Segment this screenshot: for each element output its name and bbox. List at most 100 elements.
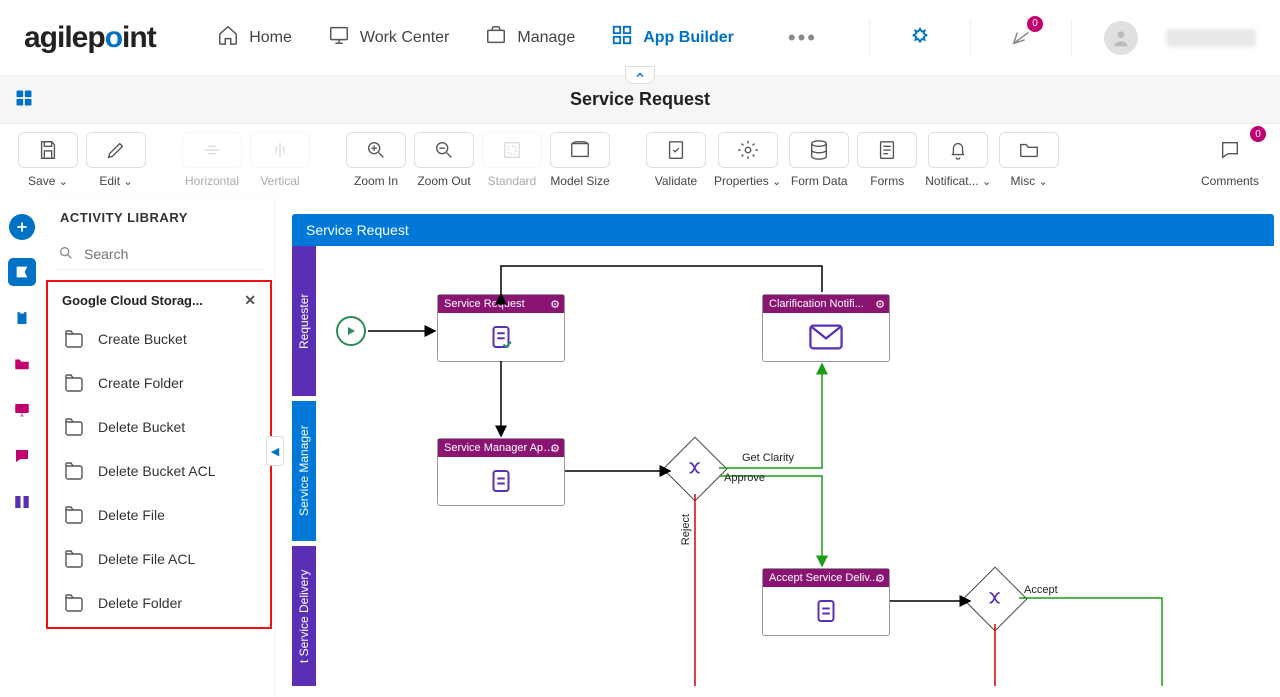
edge-get-clarity: Get Clarity: [742, 452, 794, 464]
side-rail: [0, 196, 44, 697]
activity-label: Delete Bucket ACL: [98, 463, 216, 479]
toolbar-label: Zoom Out: [417, 174, 470, 188]
toolbar-misc-button[interactable]: [999, 132, 1059, 168]
toolbar-label: Save ⌄: [28, 174, 68, 188]
rail-item-columns[interactable]: [8, 488, 36, 516]
panel-collapse-button[interactable]: ◀: [266, 436, 284, 466]
toolbar-save-button[interactable]: [18, 132, 78, 168]
toolbar-label: Validate: [655, 174, 697, 188]
toolbar-properties-button[interactable]: [718, 132, 778, 168]
toolbar-forms-button[interactable]: [857, 132, 917, 168]
activity-item[interactable]: Delete File ACL: [48, 537, 270, 581]
briefcase-icon: [485, 24, 507, 51]
task-service-manager-approval[interactable]: Service Manager Appr...⚙: [437, 438, 565, 506]
lane-requester[interactable]: Requester: [292, 246, 316, 396]
titlebar-grid-button[interactable]: [14, 88, 34, 111]
activity-item[interactable]: Delete Bucket ACL: [48, 449, 270, 493]
nav-work-center[interactable]: Work Center: [328, 24, 450, 51]
rail-item-selected[interactable]: [8, 258, 36, 286]
rail-item-folder[interactable]: [8, 350, 36, 378]
toolbar-vertical-button: [250, 132, 310, 168]
edge-reject: Reject: [680, 514, 692, 545]
task-accept-service-delivery[interactable]: Accept Service Deliv...⚙: [762, 568, 890, 636]
gateway-approval[interactable]: [672, 446, 718, 492]
edge-approve: Approve: [724, 472, 765, 484]
toolbar-label: Forms: [870, 174, 904, 188]
toolbar-notificat--button[interactable]: [928, 132, 988, 168]
task-service-request[interactable]: Service Request⚙: [437, 294, 565, 362]
toolbar-edit-button[interactable]: [86, 132, 146, 168]
toolbar-zoom-in-button[interactable]: [346, 132, 406, 168]
notification-button[interactable]: 0: [1003, 20, 1039, 56]
rail-item-display[interactable]: [8, 396, 36, 424]
start-event[interactable]: [336, 316, 366, 346]
lane-service-delivery[interactable]: t Service Delivery: [292, 546, 316, 686]
home-icon: [217, 24, 239, 51]
search-icon: [58, 245, 74, 264]
collapse-titlebar-button[interactable]: [625, 66, 655, 84]
toolbar-model-size-button[interactable]: [550, 132, 610, 168]
nav-app-builder[interactable]: App Builder: [611, 24, 734, 51]
gateway-accept[interactable]: [972, 576, 1018, 622]
toolbar-standard-button: [482, 132, 542, 168]
comments-label: Comments: [1201, 174, 1259, 188]
nav-manage[interactable]: Manage: [485, 24, 575, 51]
avatar[interactable]: [1104, 21, 1138, 55]
lane-service-manager[interactable]: Service Manager: [292, 401, 316, 541]
folder-icon: [62, 591, 86, 615]
nav-links: Home Work Center Manage App Builder •••: [217, 24, 817, 51]
toolbar-horizontal-button: [182, 132, 242, 168]
task-clarification-notification[interactable]: Clarification Notifi...⚙: [762, 294, 890, 362]
toolbar: Save ⌄Edit ⌄HorizontalVerticalZoom InZoo…: [0, 124, 1280, 196]
rail-add-button[interactable]: [9, 214, 35, 240]
nav-manage-label: Manage: [517, 29, 575, 47]
panel-search: [54, 239, 264, 270]
toolbar-zoom-out-button[interactable]: [414, 132, 474, 168]
activity-label: Delete File: [98, 507, 165, 523]
gear-icon[interactable]: ⚙: [550, 298, 560, 311]
folder-icon: [62, 415, 86, 439]
gear-icon[interactable]: ⚙: [875, 572, 885, 585]
toolbar-label: Edit ⌄: [99, 174, 132, 188]
process-canvas[interactable]: Requester Service Manager t Service Deli…: [292, 246, 1274, 686]
highlighted-group: Google Cloud Storag... ✕ Create Bucket Cr…: [46, 280, 272, 629]
comments-button[interactable]: 0: [1200, 132, 1260, 168]
toolbar-label: Properties ⌄: [714, 174, 781, 188]
activity-item[interactable]: Delete Bucket: [48, 405, 270, 449]
notification-badge: 0: [1027, 16, 1043, 32]
close-icon[interactable]: ✕: [244, 292, 256, 309]
toolbar-label: Standard: [488, 174, 537, 188]
folder-icon: [62, 327, 86, 351]
activity-label: Delete File ACL: [98, 551, 195, 567]
folder-icon: [62, 459, 86, 483]
activity-item[interactable]: Delete File: [48, 493, 270, 537]
activity-library-panel: ACTIVITY LIBRARY Google Cloud Storag... …: [44, 196, 274, 697]
top-nav: agilepoint Home Work Center Manage App B…: [0, 0, 1280, 76]
gear-icon[interactable]: ⚙: [550, 442, 560, 455]
activity-item[interactable]: Create Bucket: [48, 317, 270, 361]
toolbar-label: Form Data: [791, 174, 848, 188]
search-input[interactable]: [54, 239, 264, 270]
activity-item[interactable]: Delete Folder: [48, 581, 270, 625]
activity-item[interactable]: Create Folder: [48, 361, 270, 405]
toolbar-form-data-button[interactable]: [789, 132, 849, 168]
activity-label: Create Bucket: [98, 331, 187, 347]
titlebar: Service Request: [0, 76, 1280, 124]
toolbar-label: Notificat... ⌄: [925, 174, 991, 188]
panel-group-header[interactable]: Google Cloud Storag... ✕: [48, 284, 270, 317]
toolbar-label: Horizontal: [185, 174, 239, 188]
edge-accept: Accept: [1024, 584, 1058, 596]
activity-label: Delete Bucket: [98, 419, 185, 435]
rail-item-chat[interactable]: [8, 442, 36, 470]
activity-label: Delete Folder: [98, 595, 182, 611]
nav-more-button[interactable]: •••: [788, 25, 817, 51]
page-title: Service Request: [570, 89, 710, 110]
toolbar-label: Vertical: [260, 174, 299, 188]
toolbar-validate-button[interactable]: [646, 132, 706, 168]
nav-home[interactable]: Home: [217, 24, 292, 51]
gear-icon[interactable]: ⚙: [875, 298, 885, 311]
rail-item-clipboard[interactable]: [8, 304, 36, 332]
toolbar-label: Model Size: [550, 174, 609, 188]
grid-icon: [611, 24, 633, 51]
apps-icon-button[interactable]: [902, 20, 938, 56]
